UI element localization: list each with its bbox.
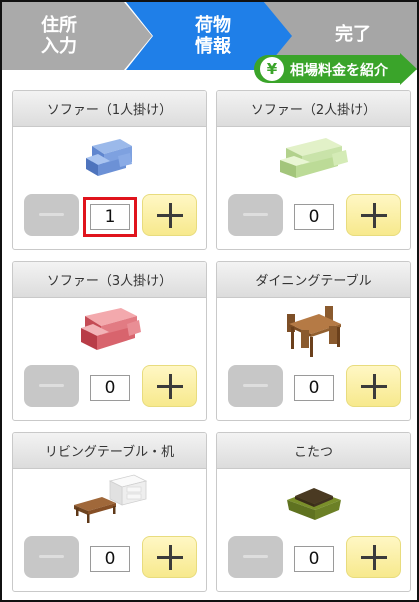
item-name: ソファー（2人掛け） (217, 91, 410, 127)
decrement-button[interactable] (228, 536, 283, 578)
price-estimate-label: 相場料金を紹介 (290, 63, 388, 79)
item-card: ソファー（2人掛け） 0 (216, 90, 411, 250)
item-name: リビングテーブル・机 (13, 433, 206, 469)
item-card: ソファー（1人掛け） 1 (12, 90, 207, 250)
yen-icon: ¥ (260, 57, 284, 81)
kotatsu-icon (286, 488, 341, 520)
dining-table-icon (286, 306, 341, 357)
decrement-button[interactable] (24, 194, 79, 236)
item-card: ダイニングテーブル 0 (216, 261, 411, 421)
living-table-desk-icon (73, 474, 147, 523)
increment-button[interactable] (142, 365, 197, 407)
item-name: ソファー（3人掛け） (13, 262, 206, 298)
quantity-controls: 0 (228, 194, 401, 236)
quantity-field[interactable]: 1 (90, 204, 130, 230)
price-estimate-button[interactable]: ¥ 相場料金を紹介 (254, 53, 417, 85)
quantity-field[interactable]: 0 (90, 546, 130, 572)
increment-button[interactable] (142, 536, 197, 578)
sofa-2-seat-icon (279, 138, 348, 178)
quantity-field[interactable]: 0 (294, 375, 334, 401)
sofa-1-seat-icon (85, 139, 132, 176)
decrement-button[interactable] (228, 365, 283, 407)
quantity-field[interactable]: 0 (294, 546, 334, 572)
quantity-controls: 0 (228, 365, 401, 407)
quantity-field[interactable]: 0 (294, 204, 334, 230)
quantity-controls: 0 (24, 536, 197, 578)
quantity-controls: 1 (24, 194, 197, 236)
decrement-button[interactable] (24, 536, 79, 578)
item-card: ソファー（3人掛け） 0 (12, 261, 207, 421)
item-name: ソファー（1人掛け） (13, 91, 206, 127)
quantity-controls: 0 (228, 536, 401, 578)
increment-button[interactable] (346, 194, 401, 236)
decrement-button[interactable] (228, 194, 283, 236)
item-card: リビングテーブル・机 0 (12, 432, 207, 592)
increment-button[interactable] (142, 194, 197, 236)
increment-button[interactable] (346, 365, 401, 407)
sofa-3-seat-icon (80, 308, 141, 350)
decrement-button[interactable] (24, 365, 79, 407)
increment-button[interactable] (346, 536, 401, 578)
item-name: こたつ (217, 433, 410, 469)
quantity-controls: 0 (24, 365, 197, 407)
quantity-field[interactable]: 0 (90, 375, 130, 401)
step-address-input: 住所 入力 (2, 2, 152, 70)
item-card: こたつ 0 (216, 432, 411, 592)
app-frame: 住所 入力 完了 荷物 情報 ¥ 相場料金を紹介 ソファー（1人掛け） 1 ソフ… (0, 0, 419, 602)
item-name: ダイニングテーブル (217, 262, 410, 298)
